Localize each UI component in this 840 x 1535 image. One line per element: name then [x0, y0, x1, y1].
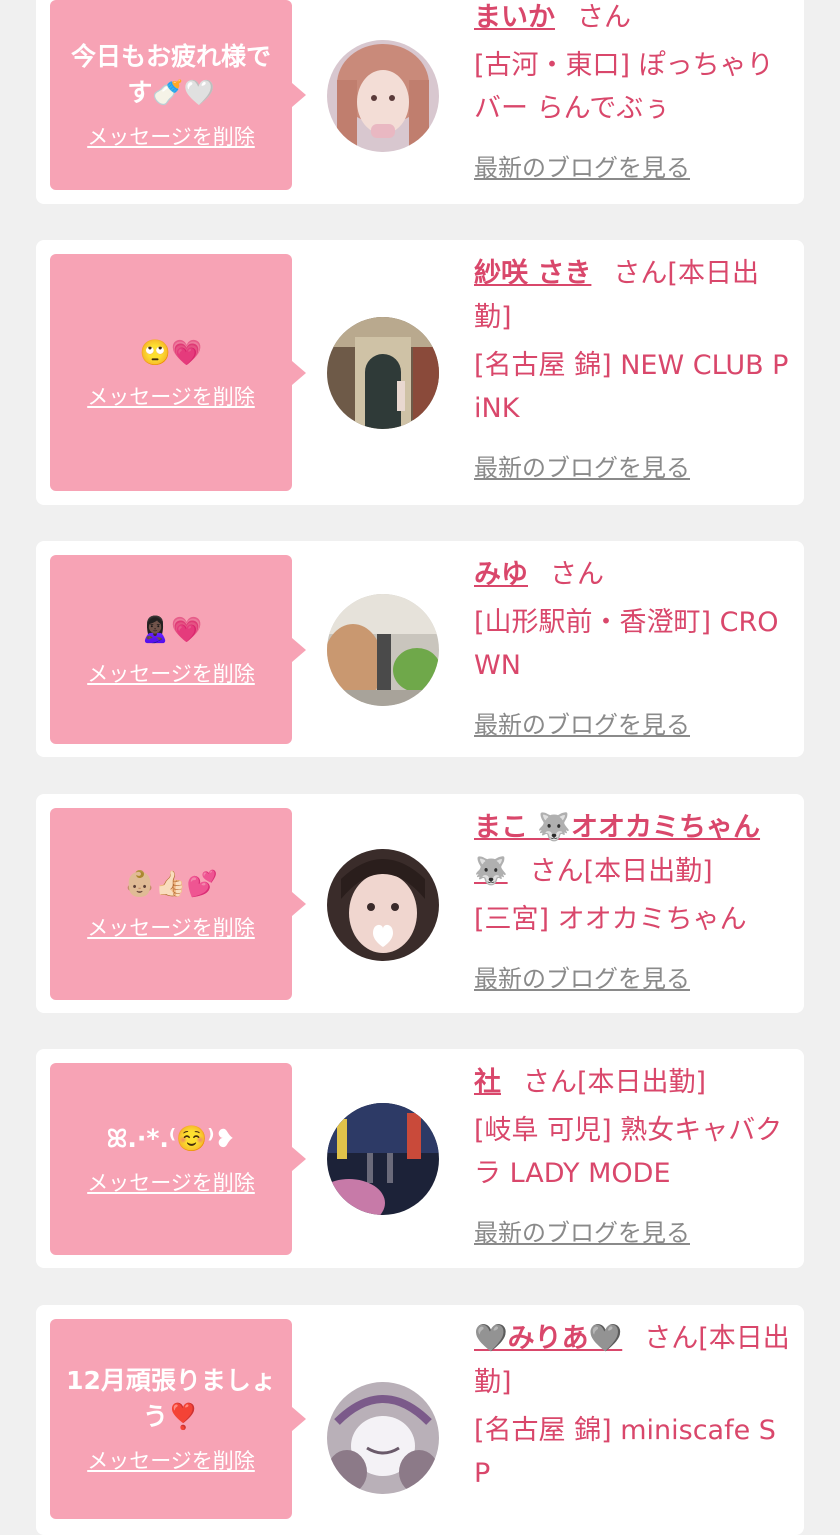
- shop-name: [山形駅前・香澄町] CROWN: [474, 607, 779, 681]
- message-text: 12月頑張りましょう❣️: [66, 1366, 276, 1431]
- name-line: 🩶みりあ🩶 さん[本日出勤]: [474, 1317, 792, 1405]
- latest-blog-link[interactable]: 最新のブログを見る: [474, 448, 690, 483]
- cast-name-link[interactable]: みゆ: [474, 559, 528, 590]
- latest-blog-link[interactable]: 最新のブログを見る: [474, 705, 690, 740]
- message-bubble: 今日もお疲れ様です🍼🤍 メッセージを削除: [50, 0, 306, 190]
- shop-name: [名古屋 錦] miniscafe SP: [474, 1415, 776, 1489]
- latest-blog-link[interactable]: 最新のブログを見る: [474, 1213, 690, 1248]
- item-info: 社さん[本日出勤] [岐阜 可児] 熟女キャバクラ LADY MODE 最新のブ…: [474, 1061, 792, 1248]
- shop-name: [古河・東口] ぽっちゃりバー らんでぶぅ: [474, 50, 774, 124]
- message-text: 🙎🏿‍♀️💗: [139, 614, 203, 644]
- delete-message-link[interactable]: メッセージを削除: [87, 1445, 255, 1475]
- message-card: 今日もお疲れ様です🍼🤍 メッセージを削除 まいか さん [古河・東口] ぽっちゃり…: [36, 0, 804, 204]
- message-bubble: 🙎🏿‍♀️💗 メッセージを削除: [50, 555, 306, 744]
- honorific: さん: [577, 2, 631, 33]
- message-bubble: 12月頑張りましょう❣️ メッセージを削除: [50, 1319, 306, 1519]
- cast-name-link[interactable]: 社: [474, 1067, 501, 1098]
- honorific: さん: [644, 1323, 699, 1354]
- shop-name: [岐阜 可児] 熟女キャバクラ LADY MODE: [474, 1115, 783, 1189]
- name-line: まいか さん: [474, 0, 792, 40]
- avatar[interactable]: [327, 849, 439, 961]
- item-info: みゆ さん [山形駅前・香澄町] CROWN 最新のブログを見る: [474, 553, 792, 740]
- item-info: 🩶みりあ🩶 さん[本日出勤] [名古屋 錦] miniscafe SP: [474, 1317, 792, 1495]
- message-text: 👶🏼👍🏻💕: [124, 869, 218, 898]
- avatar[interactable]: [327, 1382, 439, 1494]
- message-list: 今日もお疲れ様です🍼🤍 メッセージを削除 まいか さん [古河・東口] ぽっちゃり…: [0, 0, 840, 1535]
- cast-name-link[interactable]: 🩶みりあ🩶: [474, 1323, 622, 1354]
- message-bubble: 👶🏼👍🏻💕 メッセージを削除: [50, 808, 306, 1000]
- cast-name-link[interactable]: まいか: [474, 2, 555, 33]
- shop-name: [三宮] オオカミちゃん: [474, 904, 747, 935]
- delete-message-link[interactable]: メッセージを削除: [87, 658, 255, 688]
- message-card: 👶🏼👍🏻💕 メッセージを削除 まこ 🐺オオカミちゃん🐺 さん[本日出勤] [三宮]…: [36, 794, 804, 1013]
- latest-blog-link[interactable]: 最新のブログを見る: [474, 959, 690, 994]
- message-bubble: ꕤ.·*.⁽☺️⁾❥ メッセージを削除: [50, 1063, 306, 1255]
- honorific: さん: [550, 559, 604, 590]
- latest-blog-link[interactable]: 最新のブログを見る: [474, 148, 690, 183]
- status-label: [本日出勤]: [577, 1067, 707, 1098]
- message-card: ꕤ.·*.⁽☺️⁾❥ メッセージを削除 社さん[本日出勤] [岐阜 可児] 熟女…: [36, 1049, 804, 1268]
- name-line: 紗咲 さき さん[本日出勤]: [474, 252, 792, 340]
- delete-message-link[interactable]: メッセージを削除: [87, 1167, 255, 1197]
- cast-name-link[interactable]: 紗咲 さき: [474, 258, 591, 289]
- avatar[interactable]: [327, 594, 439, 706]
- honorific: さん: [523, 1067, 577, 1098]
- item-info: まこ 🐺オオカミちゃん🐺 さん[本日出勤] [三宮] オオカミちゃん 最新のブログ…: [474, 806, 792, 994]
- delete-message-link[interactable]: メッセージを削除: [87, 121, 255, 151]
- message-text: ꕤ.·*.⁽☺️⁾❥: [106, 1124, 236, 1153]
- status-label: [本日出勤]: [583, 856, 713, 887]
- message-text: 🙄💗: [139, 337, 203, 367]
- message-bubble: 🙄💗 メッセージを削除: [50, 254, 306, 491]
- item-info: 紗咲 さき さん[本日出勤] [名古屋 錦] NEW CLUB PiNK 最新のブ…: [474, 252, 792, 483]
- avatar[interactable]: [327, 317, 439, 429]
- name-line: 社さん[本日出勤]: [474, 1061, 792, 1105]
- name-line: まこ 🐺オオカミちゃん🐺 さん[本日出勤]: [474, 806, 792, 894]
- honorific: さん: [613, 258, 668, 289]
- message-card: 🙎🏿‍♀️💗 メッセージを削除 みゆ さん [山形駅前・香澄町] CROWN 最新…: [36, 541, 804, 757]
- message-card: 🙄💗 メッセージを削除 紗咲 さき さん[本日出勤] [名古屋 錦] NEW CL…: [36, 240, 804, 505]
- honorific: さん: [529, 856, 584, 887]
- avatar[interactable]: [327, 1103, 439, 1215]
- shop-name: [名古屋 錦] NEW CLUB PiNK: [474, 350, 789, 424]
- delete-message-link[interactable]: メッセージを削除: [87, 912, 255, 942]
- item-info: まいか さん [古河・東口] ぽっちゃりバー らんでぶぅ 最新のブログを見る: [474, 0, 792, 183]
- name-line: みゆ さん: [474, 553, 792, 597]
- message-text: 今日もお疲れ様です🍼🤍: [70, 42, 271, 107]
- message-card: 12月頑張りましょう❣️ メッセージを削除 🩶みりあ🩶 さん[本日出勤] [名古屋…: [36, 1305, 804, 1535]
- avatar[interactable]: [327, 40, 439, 152]
- delete-message-link[interactable]: メッセージを削除: [87, 381, 255, 411]
